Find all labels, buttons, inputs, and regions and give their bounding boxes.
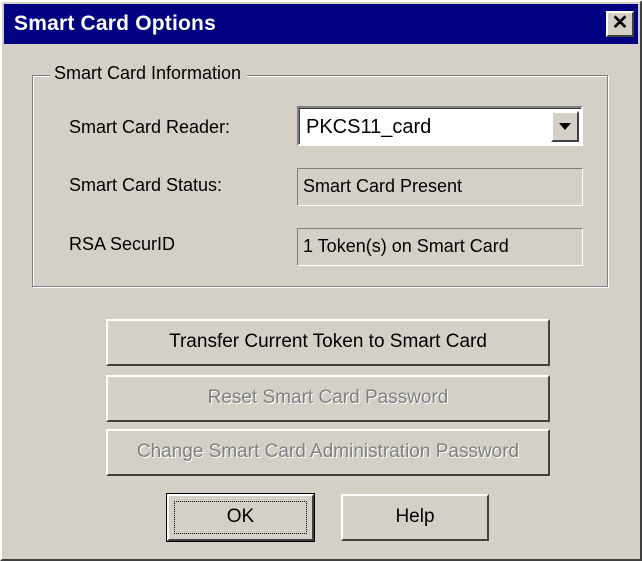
dropdown-arrow-button[interactable] [551,111,579,142]
transfer-token-button[interactable]: Transfer Current Token to Smart Card [106,319,550,366]
rsa-securid-label: RSA SecurID [69,234,176,254]
group-legend: Smart Card Information [50,63,248,84]
smart-card-status-label: Smart Card Status: [69,175,223,195]
focus-indicator [174,501,307,534]
reset-password-button[interactable]: Reset Smart Card Password [106,375,550,422]
dropdown-selected-value: PKCS11_card [306,116,432,138]
smart-card-reader-dropdown[interactable]: PKCS11_card [297,106,583,146]
ok-button[interactable]: OK [166,493,315,542]
dropdown-field: PKCS11_card [299,108,581,144]
change-admin-password-button[interactable]: Change Smart Card Administration Passwor… [106,429,550,476]
close-button[interactable]: ✕ [606,11,634,37]
close-icon: ✕ [611,12,629,34]
title-bar: Smart Card Options ✕ [4,4,638,44]
smart-card-status-field: Smart Card Present [297,168,583,206]
smart-card-reader-label: Smart Card Reader: [69,117,231,137]
window-title: Smart Card Options [14,12,216,35]
help-button[interactable]: Help [341,494,489,541]
rsa-securid-field: 1 Token(s) on Smart Card [297,228,583,266]
chevron-down-icon [559,123,571,130]
